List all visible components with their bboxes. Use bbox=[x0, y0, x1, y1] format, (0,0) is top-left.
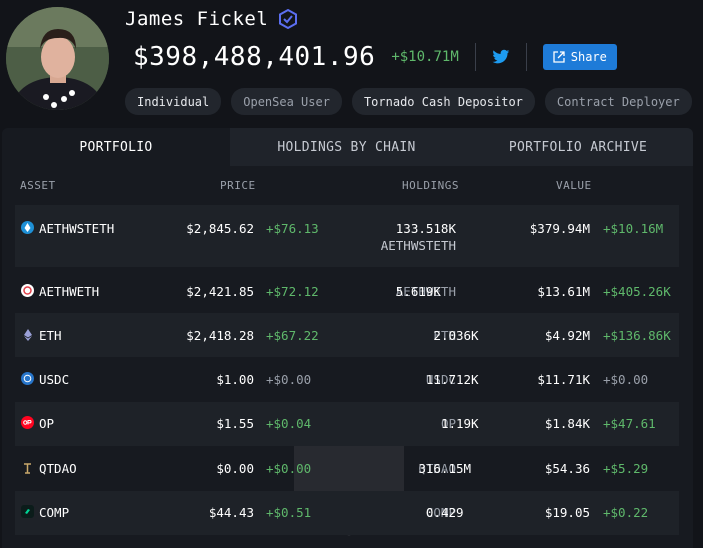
tab-bar: PORTFOLIO HOLDINGS BY CHAIN PORTFOLIO AR… bbox=[2, 128, 693, 166]
profile-name: James Fickel bbox=[125, 8, 269, 30]
tag-opensea-user[interactable]: OpenSea User bbox=[231, 88, 342, 115]
eth-icon bbox=[21, 328, 34, 341]
asset-name: QTDAO bbox=[39, 461, 77, 476]
divider bbox=[474, 43, 476, 71]
asset-name: USDC bbox=[39, 372, 70, 387]
asset-name: AETHWSTETH bbox=[39, 221, 115, 236]
tag-contract-deployer[interactable]: Contract Deployer bbox=[544, 88, 692, 115]
holding-amount: 1.19K bbox=[440, 416, 479, 431]
asset-price: $44.43 bbox=[208, 505, 254, 520]
portfolio-panel: PORTFOLIO HOLDINGS BY CHAIN PORTFOLIO AR… bbox=[2, 128, 693, 548]
share-button[interactable]: Share bbox=[542, 44, 617, 70]
holding-cell: 2.036K ETH bbox=[433, 328, 478, 343]
divider bbox=[525, 43, 527, 71]
comp-icon bbox=[21, 505, 34, 518]
asset-price: $1.55 bbox=[216, 416, 254, 431]
twitter-icon[interactable] bbox=[492, 49, 510, 65]
table-row[interactable]: AETHWETH $2,421.85 +$72.12 5.619K AETHWE… bbox=[15, 267, 679, 313]
tag-individual[interactable]: Individual bbox=[125, 88, 222, 115]
price-delta: +$0.04 bbox=[266, 416, 312, 431]
table-row[interactable]: OP $1.55 +$0.04 1.19K OP $1.84K +$47.61 bbox=[15, 402, 679, 446]
holding-unit: AETHWSTETH bbox=[380, 238, 456, 253]
external-link-icon bbox=[553, 51, 565, 63]
price-delta: +$0.51 bbox=[266, 505, 312, 520]
asset-price: $0.00 bbox=[216, 461, 254, 476]
asset-table: AETHWSTETH $2,845.62 +$76.13 133.518K AE… bbox=[15, 205, 679, 535]
asset-price: $2,418.28 bbox=[186, 328, 254, 343]
holding-cell: 11.712K USDC bbox=[426, 372, 479, 387]
holding-cell: 316.15M QTDAO bbox=[418, 461, 471, 476]
tab-portfolio[interactable]: PORTFOLIO bbox=[2, 128, 230, 166]
price-delta: +$0.00 bbox=[266, 461, 312, 476]
table-row[interactable]: QTDAO $0.00 +$0.00 316.15M QTDAO $54.36 … bbox=[15, 446, 679, 491]
price-delta: +$72.12 bbox=[266, 284, 319, 299]
holding-amount: 11.712K bbox=[425, 372, 479, 387]
asset-value: $1.84K bbox=[544, 416, 590, 431]
holding-amount: 5.619K bbox=[395, 284, 441, 299]
tag-tornado-cash-depositor[interactable]: Tornado Cash Depositor bbox=[351, 88, 535, 115]
tab-holdings-by-chain[interactable]: HOLDINGS BY CHAIN bbox=[230, 128, 463, 166]
verified-badge-icon bbox=[279, 9, 298, 29]
asset-value: $54.36 bbox=[544, 461, 590, 476]
value-delta: +$405.26K bbox=[603, 284, 671, 299]
asset-name: ETH bbox=[39, 328, 62, 343]
value-delta: +$0.22 bbox=[603, 505, 649, 520]
share-button-label: Share bbox=[570, 50, 607, 64]
table-row[interactable]: COMP $44.43 +$0.51 0.429 COMP $19.05 +$0… bbox=[15, 491, 679, 535]
portfolio-total-delta: +$10.71M bbox=[391, 49, 459, 65]
column-asset[interactable]: ASSET bbox=[20, 179, 56, 192]
holding-cell: 0.429 COMP bbox=[426, 505, 464, 520]
asset-price: $2,421.85 bbox=[186, 284, 254, 299]
avatar bbox=[6, 7, 109, 110]
asset-value: $4.92M bbox=[544, 328, 590, 343]
asset-price: $1.00 bbox=[216, 372, 254, 387]
tab-portfolio-archive[interactable]: PORTFOLIO ARCHIVE bbox=[463, 128, 693, 166]
table-row[interactable]: AETHWSTETH $2,845.62 +$76.13 133.518K AE… bbox=[15, 205, 679, 267]
asset-value: $379.94M bbox=[529, 221, 590, 236]
asset-name: OP bbox=[39, 416, 55, 431]
asset-price: $2,845.62 bbox=[186, 221, 254, 236]
value-delta: +$47.61 bbox=[603, 416, 656, 431]
op-icon bbox=[21, 416, 34, 429]
price-delta: +$67.22 bbox=[266, 328, 319, 343]
asset-name: AETHWETH bbox=[39, 284, 100, 299]
holding-cell: 1.19K OP bbox=[441, 416, 479, 431]
asset-value: $13.61M bbox=[537, 284, 590, 299]
value-delta: +$136.86K bbox=[603, 328, 671, 343]
qtdao-icon bbox=[21, 461, 34, 474]
value-delta: +$0.00 bbox=[603, 372, 649, 387]
holding-cell: 5.619K AETHWETH bbox=[396, 284, 456, 299]
price-delta: +$76.13 bbox=[266, 221, 319, 236]
table-row[interactable]: USDC $1.00 +$0.00 11.712K USDC $11.71K +… bbox=[15, 357, 679, 402]
value-delta: +$5.29 bbox=[603, 461, 649, 476]
asset-name: COMP bbox=[39, 505, 70, 520]
table-header: ASSET PRICE HOLDINGS VALUE bbox=[2, 166, 693, 204]
holding-amount: 133.518K bbox=[395, 221, 456, 236]
asset-value: $11.71K bbox=[537, 372, 590, 387]
weth-icon bbox=[21, 284, 34, 297]
price-delta: +$0.00 bbox=[266, 372, 312, 387]
value-delta: +$10.16M bbox=[603, 221, 664, 236]
holding-amount: 0.429 bbox=[425, 505, 464, 520]
wsteth-icon bbox=[21, 221, 34, 234]
portfolio-total-value: $398,488,401.96 bbox=[133, 42, 376, 72]
column-holdings[interactable]: HOLDINGS bbox=[402, 179, 459, 192]
column-price[interactable]: PRICE bbox=[220, 179, 256, 192]
asset-value: $19.05 bbox=[544, 505, 590, 520]
holding-amount: 316.15M bbox=[418, 461, 472, 476]
usdc-icon bbox=[21, 372, 34, 385]
table-row[interactable]: ETH $2,418.28 +$67.22 2.036K ETH $4.92M … bbox=[15, 313, 679, 357]
column-value[interactable]: VALUE bbox=[556, 179, 592, 192]
holding-amount: 2.036K bbox=[433, 328, 479, 343]
